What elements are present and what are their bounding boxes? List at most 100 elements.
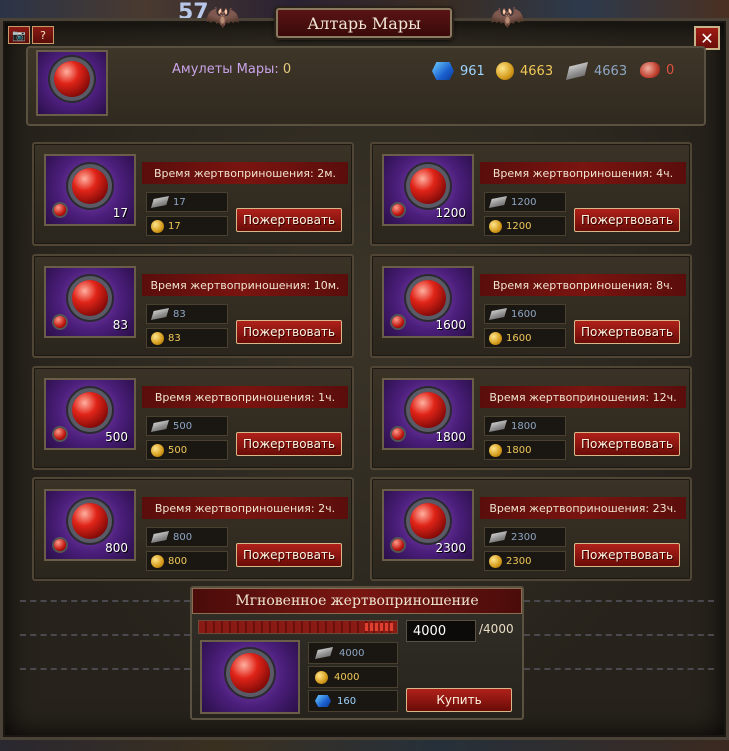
silver-bar-icon <box>151 531 169 543</box>
gold-cost: 83 <box>146 328 228 348</box>
sacrifice-button[interactable]: Пожертвовать <box>236 320 342 344</box>
sacrifice-button[interactable]: Пожертвовать <box>236 543 342 567</box>
silver-cost: 1600 <box>484 304 566 324</box>
amulets-count: 0 <box>282 62 292 77</box>
small-orb-icon <box>54 316 66 328</box>
small-orb-icon <box>392 428 404 440</box>
sacrifice-card: 1600 Время жертвоприношения: 8ч. 1600 16… <box>370 254 692 358</box>
sacrifice-button[interactable]: Пожертвовать <box>574 320 680 344</box>
small-orb-icon <box>392 316 404 328</box>
small-orb-icon <box>392 204 404 216</box>
amulet-image: 800 <box>44 489 136 561</box>
silver-cost: 800 <box>146 527 228 547</box>
sacrifice-button[interactable]: Пожертвовать <box>236 208 342 232</box>
gold-value: 4663 <box>520 63 554 79</box>
gold-coin-icon <box>489 554 502 568</box>
sacrifice-time: Время жертвоприношения: 4ч. <box>480 162 686 184</box>
red-orb-icon <box>54 61 90 98</box>
amulet-image: 1200 <box>382 154 474 226</box>
screenshot-button[interactable]: 📷 <box>8 26 30 44</box>
gold-cost: 2300 <box>484 551 566 571</box>
chain-decoration <box>524 600 714 606</box>
gold-coin-icon <box>489 219 502 233</box>
amulet-quantity: 2300 <box>435 541 466 555</box>
sacrifice-time: Время жертвоприношения: 12ч. <box>480 386 686 408</box>
amulet-quantity: 1200 <box>435 206 466 220</box>
amulet-quantity: 17 <box>112 206 128 220</box>
silver-bar-icon <box>151 196 169 208</box>
silver-cost-value: 1800 <box>511 420 537 432</box>
silver-cost: 500 <box>146 416 228 436</box>
silver-bar-icon <box>489 196 507 208</box>
sacrifice-card: 1800 Время жертвоприношения: 12ч. 1800 1… <box>370 366 692 470</box>
silver-cost: 1200 <box>484 192 566 212</box>
gold-coin-icon <box>489 443 502 457</box>
silver-cost-value: 1600 <box>511 308 537 320</box>
amulet-image: 1600 <box>382 266 474 338</box>
chain-decoration <box>524 668 714 674</box>
quantity-slider[interactable] <box>198 620 398 634</box>
gems-resource: 961 <box>432 62 485 80</box>
red-orb-icon <box>72 391 108 428</box>
gold-coin-icon <box>151 219 164 233</box>
instant-gem-cost: 160 <box>308 690 398 712</box>
silver-cost-value: 800 <box>173 531 193 543</box>
silver-cost: 17 <box>146 192 228 212</box>
silver-bar-icon <box>489 420 507 432</box>
amulet-quantity: 1800 <box>435 430 466 444</box>
silver-bar-icon <box>151 420 169 432</box>
gold-cost-value: 500 <box>168 444 188 456</box>
silver-resource: 4663 <box>566 62 627 80</box>
silver-cost: 83 <box>146 304 228 324</box>
silver-cost-value: 1200 <box>511 196 537 208</box>
red-orb-icon <box>410 391 446 428</box>
gold-cost: 500 <box>146 440 228 460</box>
header-panel <box>26 46 706 126</box>
red-orb-icon <box>72 167 108 204</box>
gold-cost-value: 1800 <box>506 444 532 456</box>
sacrifice-button[interactable]: Пожертвовать <box>574 543 680 567</box>
gold-cost: 17 <box>146 216 228 236</box>
help-button[interactable]: ? <box>32 26 54 44</box>
gold-resource: 4663 <box>496 62 553 80</box>
gold-coin-icon <box>151 331 164 345</box>
amulet-image: 17 <box>44 154 136 226</box>
chain-decoration <box>20 600 190 606</box>
silver-cost-value: 500 <box>173 420 193 432</box>
gold-cost: 1200 <box>484 216 566 236</box>
gold-coin-icon <box>496 62 514 80</box>
amulet-image: 83 <box>44 266 136 338</box>
amulet-quantity: 1600 <box>435 318 466 332</box>
sacrifice-card: 500 Время жертвоприношения: 1ч. 500 500 … <box>32 366 354 470</box>
gem-icon <box>432 62 454 80</box>
amulet-image: 1800 <box>382 378 474 450</box>
sacrifice-card: 1200 Время жертвоприношения: 4ч. 1200 12… <box>370 142 692 246</box>
gold-coin-icon <box>151 443 164 457</box>
silver-cost-value: 83 <box>173 308 186 320</box>
instant-gems-value: 160 <box>337 695 357 707</box>
amulet-quantity: 800 <box>105 541 128 555</box>
sacrifice-button[interactable]: Пожертвовать <box>574 208 680 232</box>
quantity-slider-handle[interactable] <box>365 623 393 631</box>
sacrifice-card: 800 Время жертвоприношения: 2ч. 800 800 … <box>32 477 354 581</box>
instant-silver-cost: 4000 <box>308 642 398 664</box>
red-orb-icon <box>230 652 270 693</box>
quantity-input[interactable]: 4000 <box>406 620 476 642</box>
instant-silver-value: 4000 <box>339 647 365 659</box>
silver-bar-icon <box>315 647 333 659</box>
amulets-label: Амулеты Мары: <box>172 62 279 77</box>
chain-decoration <box>524 634 714 640</box>
silver-cost-value: 2300 <box>511 531 537 543</box>
small-orb-icon <box>54 428 66 440</box>
sacrifice-button[interactable]: Пожертвовать <box>236 432 342 456</box>
sacrifice-card: 2300 Время жертвоприношения: 23ч. 2300 2… <box>370 477 692 581</box>
sacrifice-button[interactable]: Пожертвовать <box>574 432 680 456</box>
meat-value: 0 <box>666 62 675 78</box>
meat-resource: 0 <box>640 62 674 78</box>
sacrifice-time: Время жертвоприношения: 1ч. <box>142 386 348 408</box>
amulet-image: 2300 <box>382 489 474 561</box>
instant-sacrifice-title: Мгновенное жертвоприношение <box>192 588 522 614</box>
buy-button[interactable]: Купить <box>406 688 512 712</box>
gems-value: 961 <box>460 63 485 79</box>
gold-coin-icon <box>315 670 328 684</box>
